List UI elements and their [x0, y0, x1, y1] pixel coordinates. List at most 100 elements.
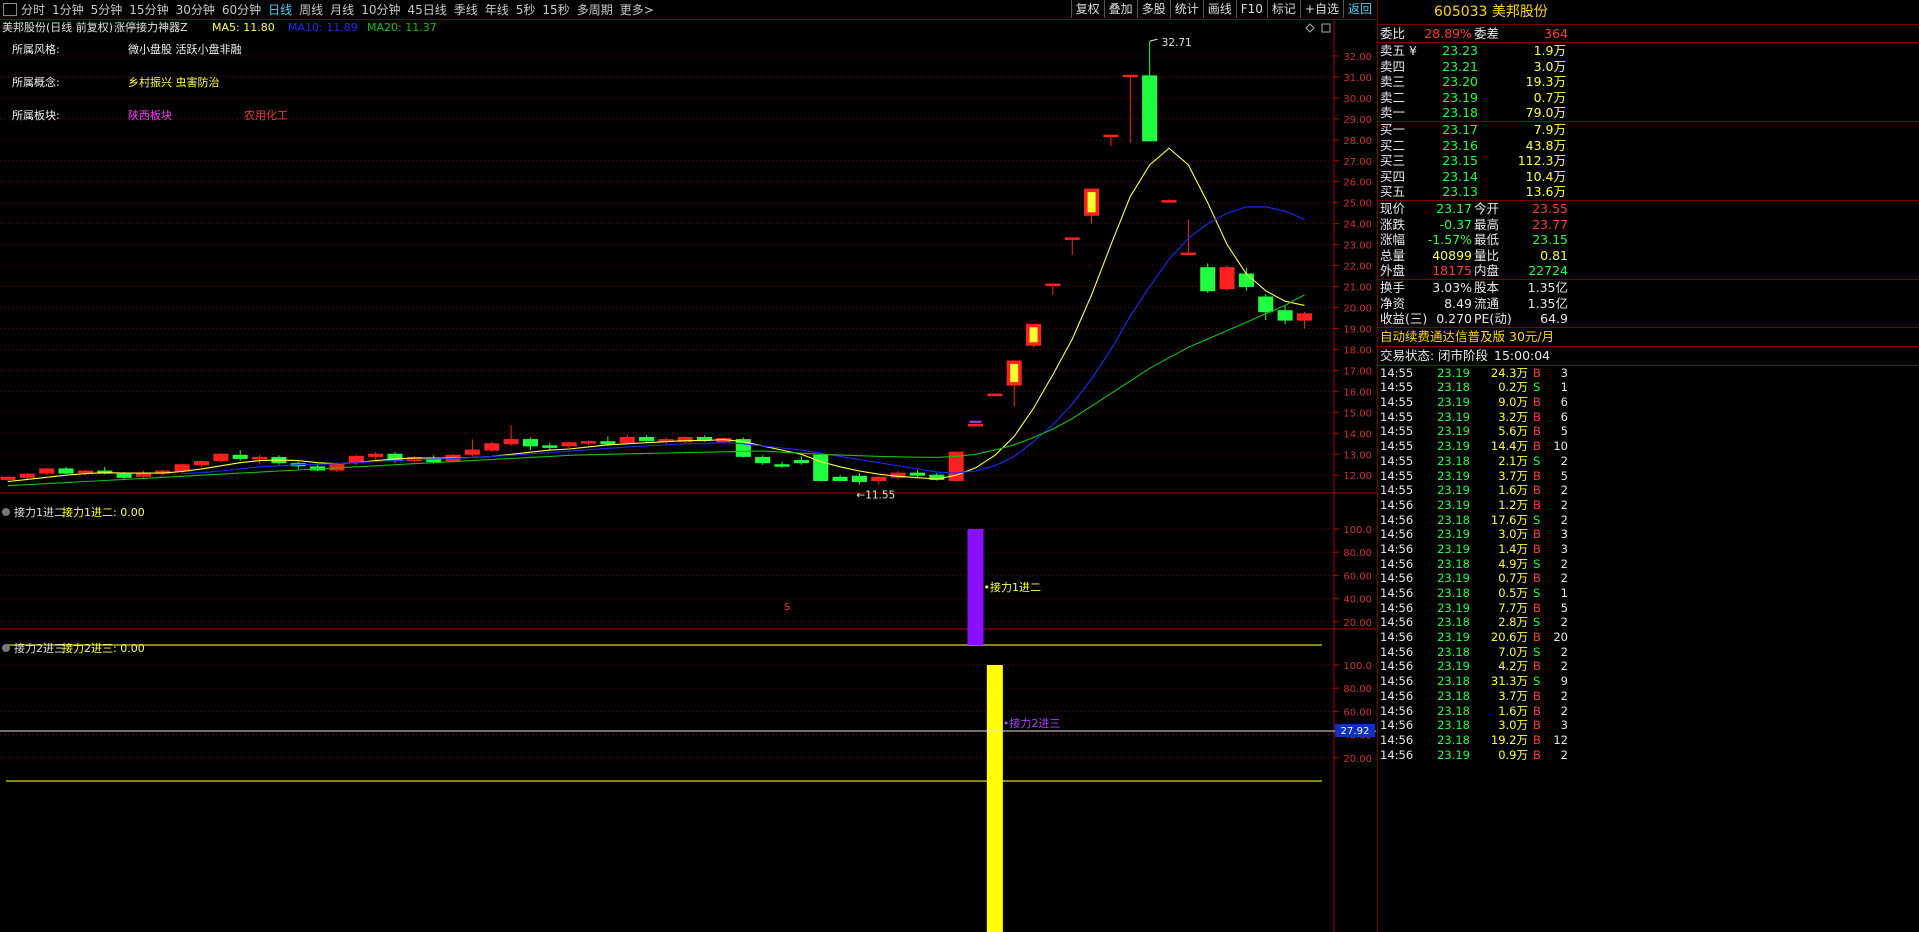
candle [503, 424, 519, 446]
promo-price: 30元/月 [1509, 328, 1555, 344]
stat-label: 最低 [1474, 232, 1500, 248]
tick-side: B [1533, 659, 1541, 674]
y-tick-label: 80.00 [1343, 684, 1372, 695]
period-tab[interactable]: 更多> [620, 1, 654, 18]
y-tick-label: 40.00 [1343, 595, 1372, 606]
period-tab[interactable]: 45日线 [407, 1, 446, 18]
toolbar-button[interactable]: 画线 [1202, 0, 1236, 18]
tick-price: 23.18 [1437, 380, 1470, 395]
y-tick-label: 80.00 [1343, 548, 1372, 559]
y-tick-label: 25.00 [1343, 199, 1372, 210]
style-value: 微小盘股 活跃小盘非融 [128, 42, 242, 56]
candle [1045, 283, 1061, 295]
trade-tick-row: 14:56 23.19 4.2万 B 2 [1378, 659, 1919, 674]
toolbar-button[interactable]: 叠加 [1103, 0, 1137, 18]
period-tab[interactable]: 月线 [330, 1, 354, 18]
period-tab[interactable]: 日线 [268, 1, 292, 18]
y-tick-label: 26.00 [1343, 178, 1372, 189]
stat-value: 23.55 [1532, 200, 1568, 216]
period-tab[interactable]: 15秒 [542, 1, 569, 18]
ma5-legend: MA5: 11.80 [212, 21, 275, 34]
level-price: 23.14 [1442, 168, 1478, 184]
period-tab[interactable]: 季线 [454, 1, 478, 18]
tick-volume: 19.2万 [1490, 732, 1528, 747]
trade-tick-row: 14:56 23.18 3.7万 B 2 [1378, 689, 1919, 704]
candle [1064, 237, 1080, 256]
y-tick-label: 18.00 [1343, 345, 1372, 356]
toolbar-button[interactable]: 多股 [1136, 0, 1170, 18]
tick-volume: 0.2万 [1498, 380, 1528, 395]
diamond-icon[interactable] [1305, 23, 1315, 33]
collapse-icon[interactable] [2, 644, 10, 652]
trade-ticks[interactable]: 14:55 23.19 24.3万 B 3 14:55 23.18 0.2万 S 1 14:55 23… [1378, 366, 1919, 763]
period-tab[interactable]: 60分钟 [222, 1, 261, 18]
y-tick-label: 20.00 [1343, 618, 1372, 629]
level-price: 23.16 [1442, 137, 1478, 153]
maximize-icon[interactable] [1321, 23, 1331, 33]
trade-tick-row: 14:56 23.19 1.2万 B 2 [1378, 498, 1919, 513]
tick-price: 23.19 [1437, 527, 1470, 542]
candle [484, 441, 500, 453]
tick-time: 14:56 [1380, 600, 1414, 615]
stock-title: 605033 美邦股份 [1378, 0, 1919, 25]
tick-count: 3 [1560, 718, 1568, 733]
collapse-icon[interactable] [2, 508, 10, 516]
sell-level-row: 卖一 23.18 79.0万 [1378, 105, 1919, 121]
y-tick-label: 23.00 [1343, 241, 1372, 252]
tick-price: 23.19 [1437, 409, 1470, 424]
period-tab[interactable]: 15分钟 [129, 1, 168, 18]
promo-banner[interactable]: 自动续费通达信普及版 30元/月 [1378, 328, 1919, 347]
tick-time: 14:55 [1380, 439, 1414, 454]
sub-panel-title: 接力2进三 [14, 642, 65, 655]
candle [232, 450, 248, 461]
level-volume: 13.6万 [1525, 184, 1566, 200]
period-tab[interactable]: 分时 [21, 1, 45, 18]
period-tab[interactable]: 多周期 [577, 1, 613, 18]
period-tab[interactable]: 10分钟 [361, 1, 400, 18]
period-tab[interactable]: 30分钟 [176, 1, 215, 18]
tick-count: 2 [1560, 497, 1568, 512]
y-tick-label: 28.00 [1343, 136, 1372, 147]
stat-value: 64.9 [1540, 311, 1568, 327]
tick-volume: 3.0万 [1498, 527, 1528, 542]
period-tab[interactable]: 周线 [299, 1, 323, 18]
sector-value-1: 陕西板块 [128, 108, 172, 122]
sub-panel-value: 接力2进三: 0.00 [62, 642, 145, 655]
toolbar-button[interactable]: 标记 [1266, 0, 1300, 18]
tick-price: 23.19 [1437, 630, 1470, 645]
tick-count: 12 [1553, 732, 1568, 747]
y-tick-label: 20.00 [1343, 754, 1372, 765]
y-tick-label: 16.00 [1343, 387, 1372, 398]
buy-level-row: 买四 23.14 10.4万 [1378, 169, 1919, 185]
tick-count: 2 [1560, 688, 1568, 703]
period-tab[interactable]: 5分钟 [91, 1, 123, 18]
tick-volume: 31.3万 [1490, 674, 1528, 689]
stat-label: 量比 [1474, 247, 1500, 263]
period-tab[interactable]: 1分钟 [52, 1, 84, 18]
trade-tick-row: 14:56 23.18 7.0万 S 2 [1378, 645, 1919, 660]
toolbar-button[interactable]: 统计 [1169, 0, 1203, 18]
limit-up-mark [1087, 192, 1096, 213]
level-label: 买三 [1380, 153, 1406, 169]
tick-side: B [1533, 395, 1541, 410]
period-tab[interactable]: 年线 [485, 1, 509, 18]
tick-side: B [1533, 439, 1541, 454]
candle [755, 455, 771, 465]
right-toolbar: 复权 叠加 多股 统计 画线 F10 标记 +自选 返回 [1070, 0, 1376, 19]
kline-chart[interactable]: 32.00 31.00 30.00 29.00 28.00 27.00 26.00 25.00… [0, 20, 1376, 932]
tick-count: 2 [1560, 703, 1568, 718]
tick-side: S [1533, 556, 1541, 571]
stat-value: 8.49 [1444, 295, 1472, 311]
toolbar-button[interactable]: 返回 [1342, 0, 1376, 18]
toolbar-button[interactable]: +自选 [1299, 0, 1343, 18]
tick-time: 14:56 [1380, 688, 1414, 703]
tick-side: B [1533, 527, 1541, 542]
stat-row: 现价 23.17 今开 23.55 [1378, 201, 1919, 217]
panel-toggle-icon[interactable] [3, 3, 17, 16]
stat-row: 换手 3.03% 股本 1.35亿 [1378, 280, 1919, 296]
candle [135, 471, 151, 479]
toolbar-button[interactable]: F10 [1235, 0, 1267, 18]
toolbar-button[interactable]: 复权 [1070, 0, 1104, 18]
period-tab[interactable]: 5秒 [516, 1, 536, 18]
tick-price: 23.18 [1437, 586, 1470, 600]
